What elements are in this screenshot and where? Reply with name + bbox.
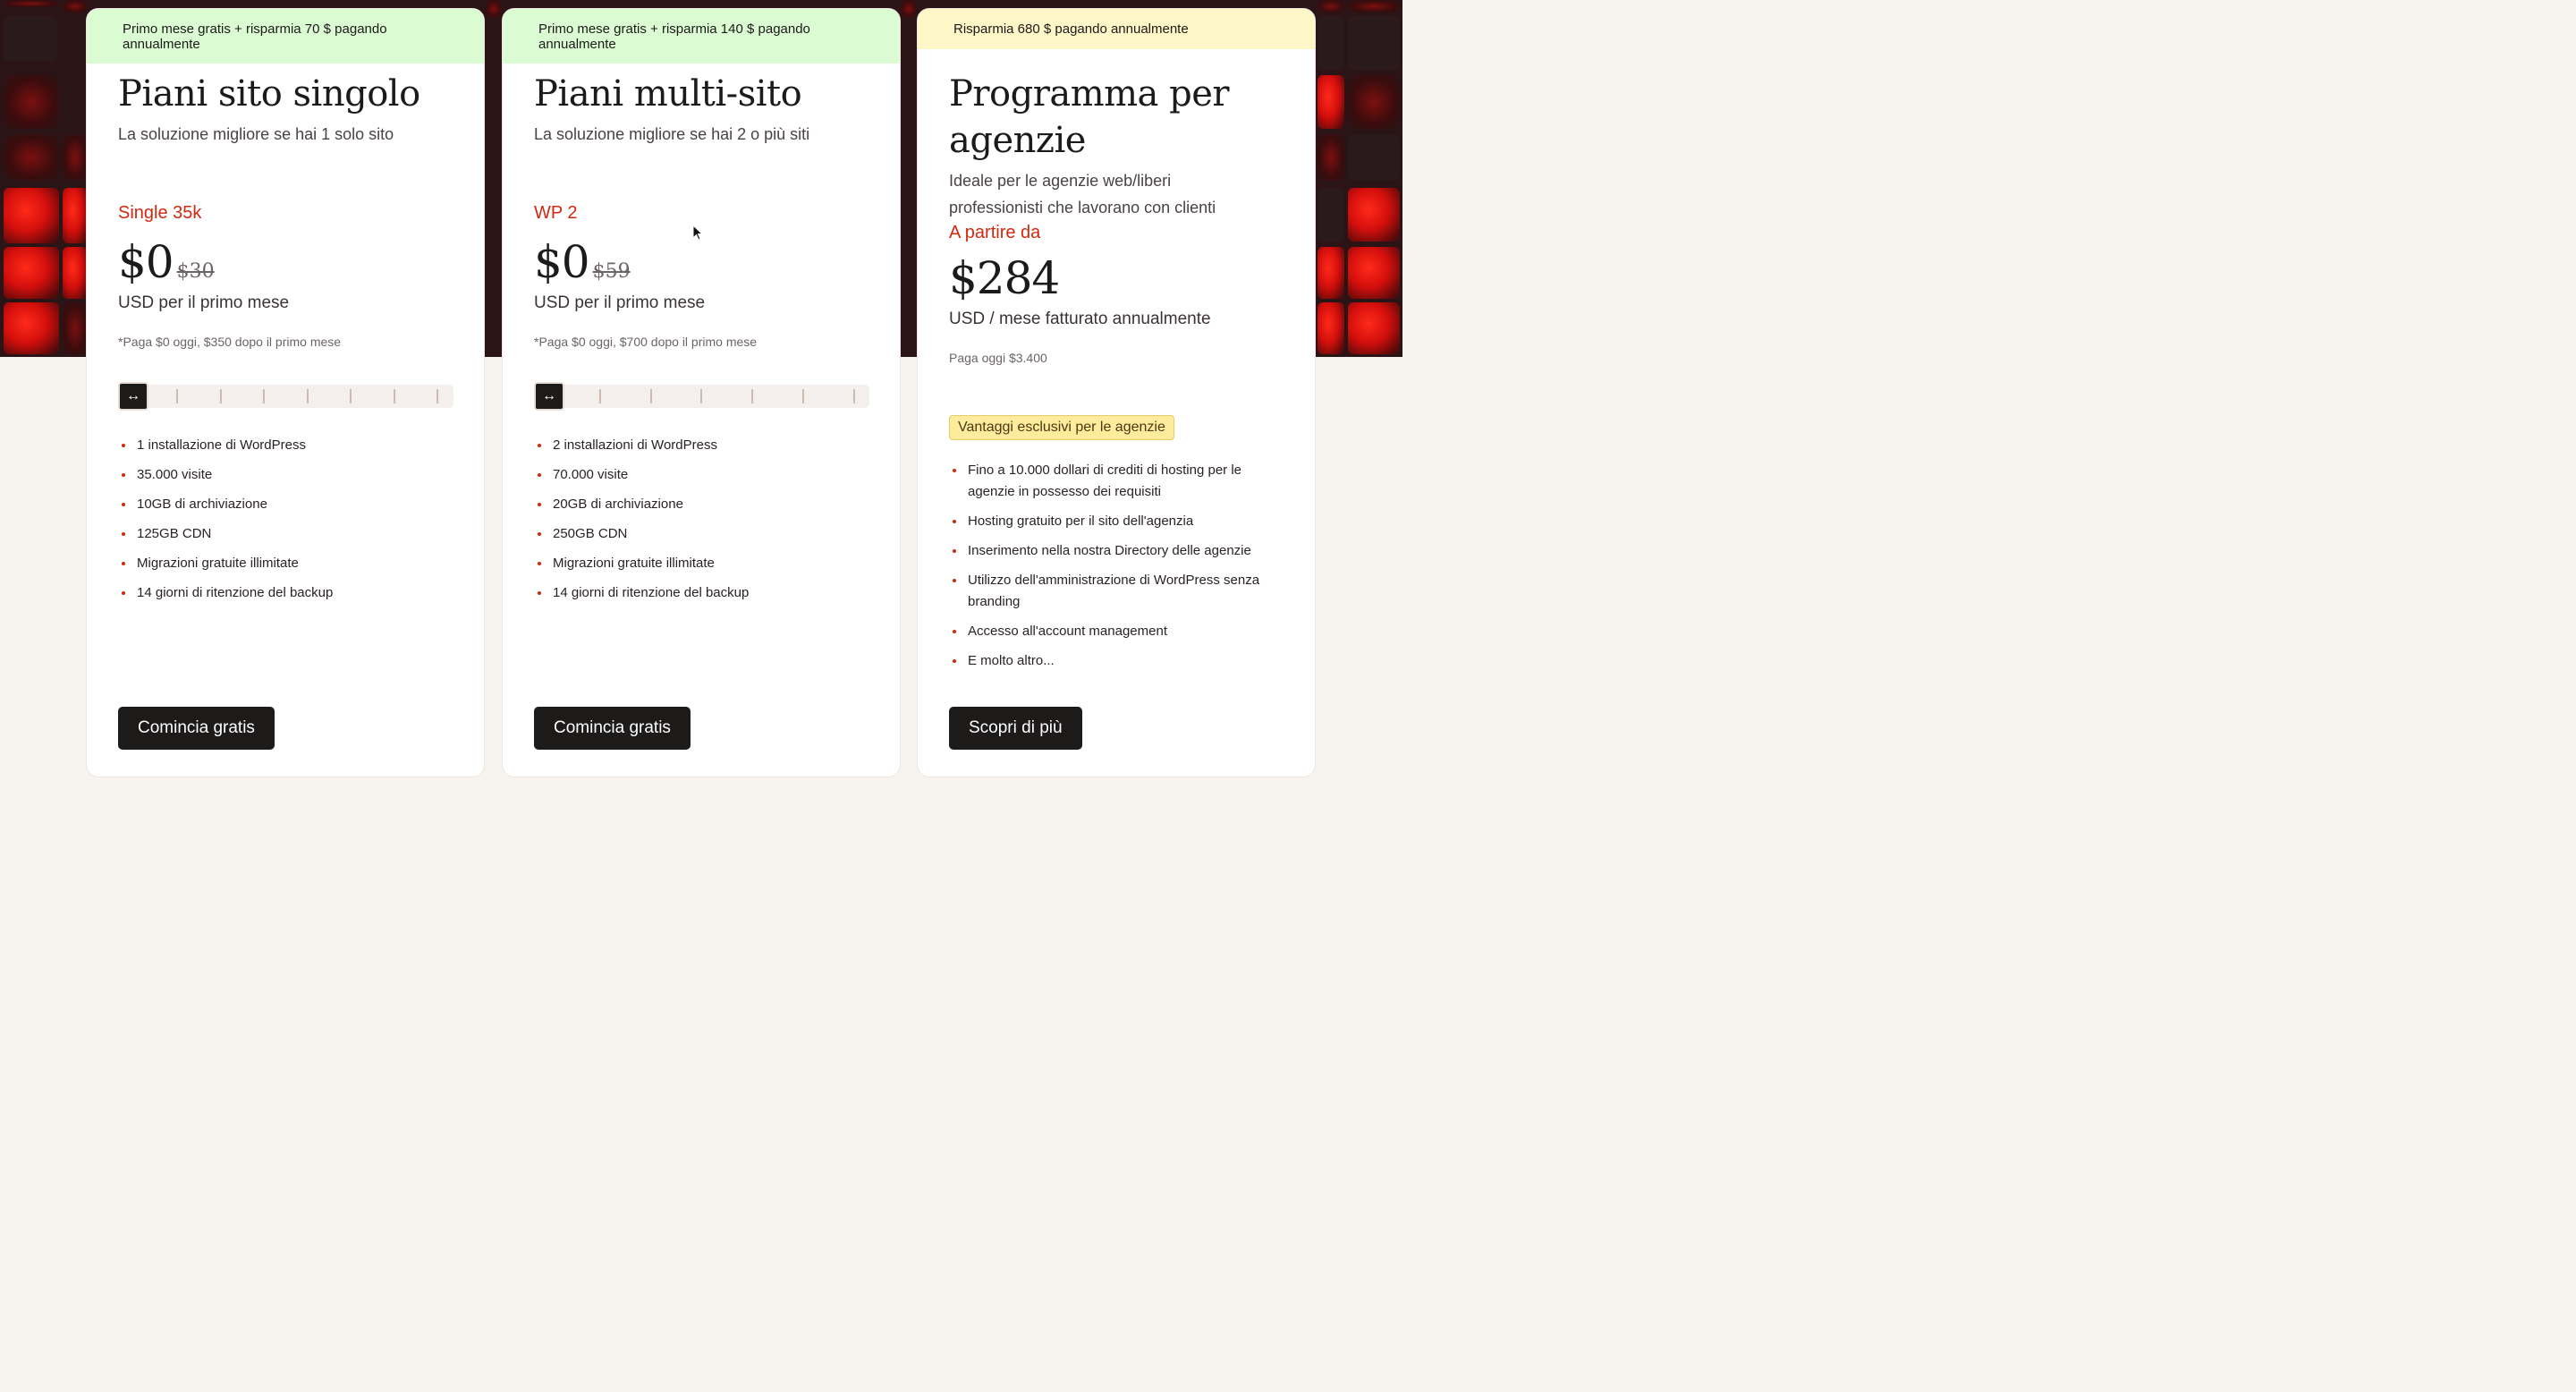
plan-name: WP 2	[534, 203, 578, 223]
feature-list: Fino a 10.000 dollari di crediti di host…	[949, 460, 1271, 672]
price-row: $0 $30	[118, 236, 453, 288]
agency-badge: Vantaggi esclusivi per le agenzie	[949, 415, 1174, 440]
plan-card-agency: Risparmia 680 $ pagando annualmente Prog…	[917, 8, 1316, 777]
price-note: *Paga $0 oggi, $700 dopo il primo mese	[534, 335, 758, 349]
price-row: $284	[949, 252, 1284, 304]
feature-item: Accesso all'account management	[949, 621, 1271, 642]
price: $0	[118, 236, 174, 288]
feature-item: Migrazioni gratuite illimitate	[534, 553, 869, 574]
feature-item: 35.000 visite	[118, 464, 453, 486]
feature-list: 2 installazioni di WordPress 70.000 visi…	[534, 435, 869, 604]
feature-item: Hosting gratuito per il sito dell'agenzi…	[949, 511, 1271, 532]
slider-tick	[853, 389, 855, 403]
badge-wrapper: Vantaggi esclusivi per le agenzie	[949, 415, 1284, 440]
feature-item: E molto altro...	[949, 650, 1271, 672]
start-free-button[interactable]: Comincia gratis	[118, 707, 275, 750]
feature-item: 2 installazioni di WordPress	[534, 435, 869, 456]
feature-item: 14 giorni di ritenzione del backup	[534, 582, 869, 604]
price: $0	[534, 236, 590, 288]
old-price: $30	[176, 260, 215, 283]
slider-tick	[650, 389, 652, 403]
plan-title: Piani multi-sito	[534, 73, 802, 115]
price-unit: USD per il primo mese	[118, 293, 290, 312]
slider-tick	[307, 389, 309, 403]
slider-handle-arrows-icon[interactable]: ↔	[534, 382, 564, 411]
plan-subtitle: La soluzione migliore se hai 2 o più sit…	[534, 125, 810, 143]
old-price: $59	[592, 260, 631, 283]
price: $284	[949, 252, 1060, 304]
feature-item: 1 installazione di WordPress	[118, 435, 453, 456]
slider-tick	[220, 389, 222, 403]
feature-item: 20GB di archiviazione	[534, 494, 869, 515]
feature-item: Utilizzo dell'amministrazione di WordPre…	[949, 570, 1271, 613]
feature-item: Inserimento nella nostra Directory delle…	[949, 540, 1271, 562]
feature-item: 125GB CDN	[118, 523, 453, 545]
feature-item: 250GB CDN	[534, 523, 869, 545]
feature-item: Migrazioni gratuite illimitate	[118, 553, 453, 574]
slider-tick	[394, 389, 395, 403]
plan-name: Single 35k	[118, 203, 202, 223]
price-note: *Paga $0 oggi, $350 dopo il primo mese	[118, 335, 342, 349]
plan-card-single-site: Primo mese gratis + risparmia 70 $ pagan…	[86, 8, 485, 777]
feature-item: 10GB di archiviazione	[118, 494, 453, 515]
slider-tick	[263, 389, 265, 403]
slider-tick	[700, 389, 702, 403]
plan-title: Piani sito singolo	[118, 73, 420, 115]
plan-card-multi-site: Primo mese gratis + risparmia 140 $ paga…	[502, 8, 901, 777]
start-free-button[interactable]: Comincia gratis	[534, 707, 691, 750]
price-unit: USD / mese fatturato annualmente	[949, 310, 1211, 328]
learn-more-button[interactable]: Scopri di più	[949, 707, 1082, 750]
slider-tick	[751, 389, 753, 403]
plan-banner: Primo mese gratis + risparmia 140 $ paga…	[503, 9, 900, 64]
slider-tick	[599, 389, 601, 403]
price-note: Paga oggi $3.400	[949, 351, 1047, 365]
price-row: $0 $59	[534, 236, 869, 288]
slider-tick	[176, 389, 178, 403]
price-unit: USD per il primo mese	[534, 293, 706, 312]
plan-slider[interactable]: ↔	[118, 382, 453, 411]
slider-handle-arrows-icon[interactable]: ↔	[118, 382, 148, 411]
plan-banner: Risparmia 680 $ pagando annualmente	[918, 9, 1315, 49]
slider-tick	[802, 389, 804, 403]
slider-tick	[350, 389, 352, 403]
feature-list: 1 installazione di WordPress 35.000 visi…	[118, 435, 453, 604]
plan-subtitle: La soluzione migliore se hai 1 solo sito	[118, 125, 394, 143]
plan-subtitle: Ideale per le agenzie web/liberi profess…	[949, 172, 1216, 216]
feature-item: Fino a 10.000 dollari di crediti di host…	[949, 460, 1271, 503]
slider-tick	[436, 389, 438, 403]
mouse-cursor-icon	[692, 225, 703, 241]
feature-item: 70.000 visite	[534, 464, 869, 486]
plan-banner: Primo mese gratis + risparmia 70 $ pagan…	[87, 9, 484, 64]
plan-name: A partire da	[949, 223, 1041, 242]
plan-title: Programma per agenzie	[949, 73, 1230, 161]
feature-item: 14 giorni di ritenzione del backup	[118, 582, 453, 604]
plan-slider[interactable]: ↔	[534, 382, 869, 411]
